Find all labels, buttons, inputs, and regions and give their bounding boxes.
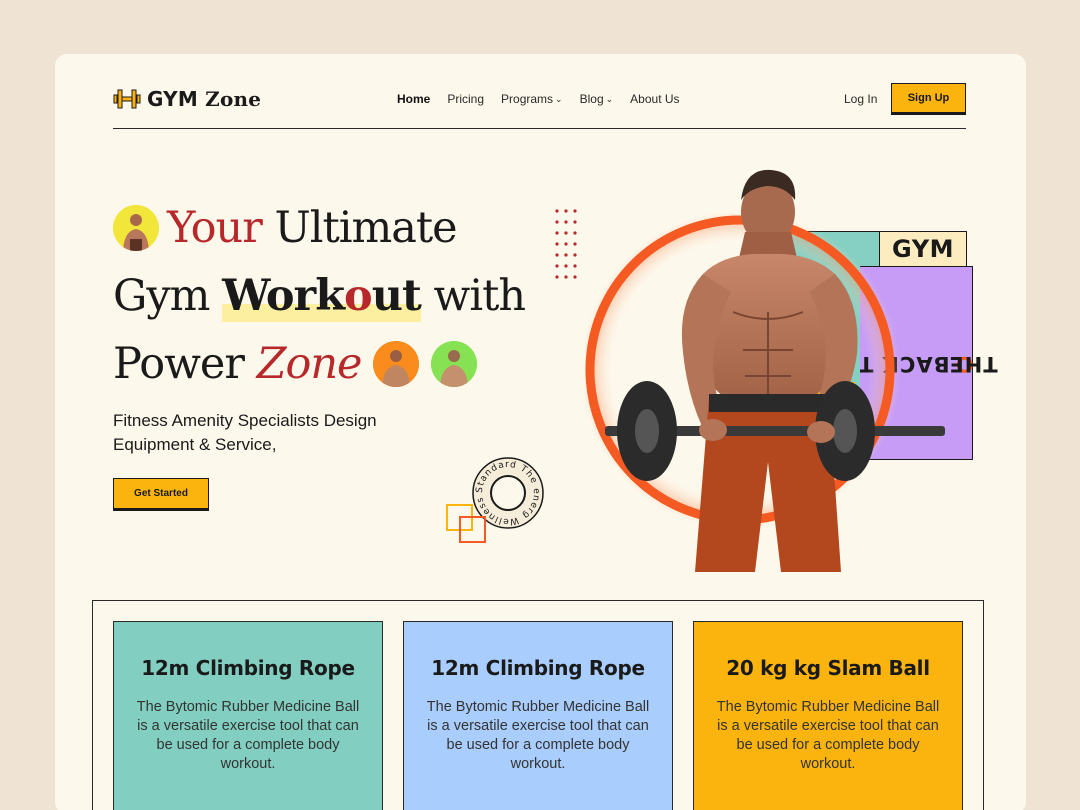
nav-blog[interactable]: Blog ⌄	[580, 92, 614, 106]
card-body: The Bytomic Rubber Medicine Ball is a ve…	[136, 699, 360, 772]
headline-word-power: Power	[113, 339, 245, 389]
squares-decoration	[446, 504, 486, 543]
headline-line-1: Your Ultimate	[113, 194, 525, 262]
dumbbell-logo-icon	[113, 89, 141, 109]
avatar-athlete-2	[373, 341, 420, 387]
nav-about[interactable]: About Us	[630, 92, 679, 106]
chevron-down-icon: ⌄	[605, 93, 614, 104]
headline-word-your: Your	[167, 203, 263, 253]
card-title: 12m Climbing Rope	[141, 656, 355, 680]
login-link[interactable]: Log In	[844, 92, 877, 106]
athlete-avatar-icon	[113, 205, 159, 251]
dot-grid-decoration	[555, 209, 577, 279]
product-cards: 12m Climbing Rope The Bytomic Rubber Med…	[92, 600, 984, 810]
card-title: 12m Climbing Rope	[431, 656, 645, 680]
brand-name: GYM Zone	[147, 87, 262, 111]
athlete-avatar-icon	[373, 341, 420, 387]
brand-logo[interactable]: GYM Zone	[113, 87, 261, 111]
headline-word-zone: Zone	[256, 339, 363, 389]
product-card[interactable]: 12m Climbing Rope The Bytomic Rubber Med…	[403, 621, 673, 810]
product-card[interactable]: 20 kg kg Slam Ball The Bytomic Rubber Me…	[693, 621, 963, 810]
headline-word-ultimate: Ultimate	[274, 203, 457, 253]
athlete-avatar-icon	[431, 341, 478, 387]
avatar-athlete-3	[431, 341, 478, 387]
page-frame: GYM Zone Home Pricing Programs ⌄ Blog ⌄ Ab…	[55, 54, 1026, 810]
headline-word-with: with	[433, 271, 527, 321]
headline-line-3: Power Zone	[113, 330, 525, 398]
product-card[interactable]: 12m Climbing Rope The Bytomic Rubber Med…	[113, 621, 383, 810]
card-body: The Bytomic Rubber Medicine Ball is a ve…	[426, 699, 650, 772]
athlete-illustration	[585, 169, 945, 572]
headline-word-gym: Gym	[113, 271, 210, 321]
nav-home[interactable]: Home	[397, 92, 430, 106]
main-nav: Home Pricing Programs ⌄ Blog ⌄ About Us	[397, 92, 680, 106]
nav-pricing[interactable]: Pricing	[447, 92, 484, 106]
nav-programs[interactable]: Programs ⌄	[501, 92, 563, 106]
avatar-athlete-1	[113, 205, 159, 251]
get-started-button[interactable]: Get Started	[113, 478, 209, 511]
card-body: The Bytomic Rubber Medicine Ball is a ve…	[716, 699, 940, 772]
header-divider	[113, 128, 966, 129]
hero-subtitle: Fitness Amenity Specialists Design Equip…	[113, 411, 377, 454]
headline-word-workout: Workout	[222, 262, 422, 330]
signup-button[interactable]: Sign Up	[891, 83, 966, 115]
chevron-down-icon: ⌄	[555, 93, 563, 104]
headline-line-2: Gym Workout with	[113, 262, 527, 330]
hero-headline: Your Ultimate Gym Workout with Power Zon…	[113, 194, 527, 398]
card-title: 20 kg kg Slam Ball	[726, 656, 930, 680]
